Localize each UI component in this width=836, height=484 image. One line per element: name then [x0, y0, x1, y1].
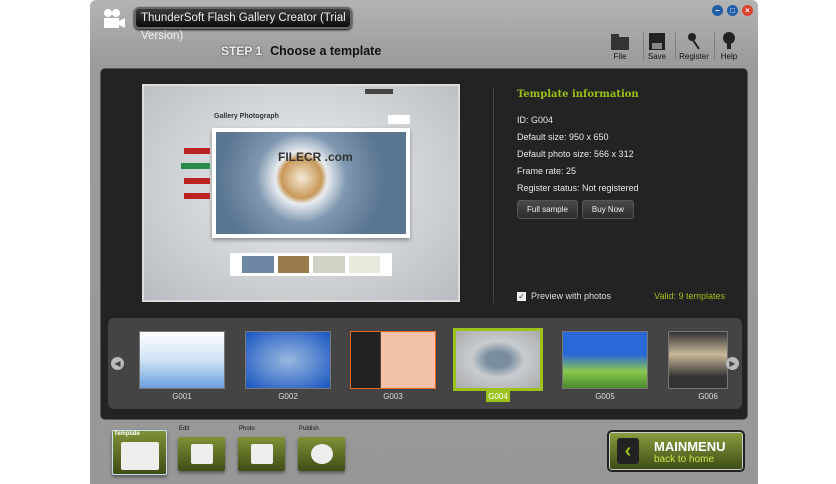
save-icon [637, 30, 677, 50]
camera-logo-icon [104, 9, 125, 28]
publish-icon [311, 444, 333, 464]
category-button[interactable] [184, 148, 210, 154]
edit-icon [191, 444, 213, 464]
checkbox-checked-icon[interactable]: ✓ [517, 291, 526, 301]
default-photo-size: Default photo size: 566 x 312 [517, 149, 634, 159]
template-thumb-g004[interactable] [453, 328, 543, 391]
template-carousel: ◀ G001 G002 G003 G004 G005 G006 ▶ [108, 318, 742, 409]
template-label: G005 [595, 392, 615, 401]
default-size: Default size: 950 x 650 [517, 132, 609, 142]
tab-label: Photo [239, 426, 255, 432]
register-button[interactable]: Register [674, 30, 714, 61]
main-photo-frame: FILECR .com [212, 128, 410, 238]
template-thumb-g005[interactable] [562, 331, 648, 389]
register-status: Register status: Not registered [517, 183, 639, 193]
back-arrow-icon: ‹ [617, 438, 639, 464]
template-panel: Gallery Photograph FILECR .com Template … [100, 68, 748, 420]
mainmenu-title: MAINMENU [654, 439, 726, 454]
selected-template-label: G004 [486, 391, 510, 402]
file-button[interactable]: File [600, 30, 640, 61]
photo-icon [251, 444, 273, 464]
checkbox-label: Preview with photos [531, 291, 612, 301]
template-label: G006 [698, 392, 718, 401]
category-button[interactable] [184, 193, 210, 199]
template-id: ID: G004 [517, 115, 554, 125]
folder-icon [600, 30, 640, 50]
buy-now-button[interactable]: Buy Now [581, 200, 634, 219]
tab-label: Template [114, 431, 140, 437]
template-thumb-g006[interactable] [668, 331, 728, 389]
template-label: G004 [455, 391, 541, 402]
tab-edit[interactable]: Edit [178, 426, 225, 471]
bulb-icon [709, 30, 749, 50]
tab-photo[interactable]: Photo [238, 426, 285, 471]
step-header: STEP 1 Choose a template [221, 44, 381, 58]
preview-thumbnail-strip [230, 253, 392, 276]
close-button[interactable]: × [742, 5, 753, 16]
full-sample-button[interactable]: Full sample [517, 200, 578, 219]
help-label: Help [720, 52, 738, 61]
template-label: G002 [278, 392, 298, 401]
minimize-button[interactable]: – [712, 5, 723, 16]
preview-buttons [388, 115, 410, 124]
save-button[interactable]: Save [637, 30, 677, 61]
window-title: ThunderSoft Flash Gallery Creator (Trial… [134, 7, 352, 42]
scroll-left-button[interactable]: ◀ [111, 357, 124, 370]
step-title: Choose a template [270, 44, 382, 58]
category-button[interactable] [181, 163, 210, 169]
tab-template[interactable]: Template [112, 430, 167, 475]
register-label: Register [679, 52, 709, 61]
app-window: ThunderSoft Flash Gallery Creator (Trial… [90, 0, 758, 484]
maximize-button[interactable]: □ [727, 5, 738, 16]
mainmenu-button[interactable]: ‹ MAINMENU back to home [607, 430, 745, 472]
help-button[interactable]: Help [709, 30, 749, 61]
template-label: G003 [383, 392, 403, 401]
preview-with-photos-checkbox[interactable]: ✓ Preview with photos [517, 291, 611, 301]
step-number: STEP 1 [221, 44, 263, 58]
scroll-right-button[interactable]: ▶ [726, 357, 739, 370]
info-heading: Template information [517, 89, 639, 100]
template-thumb-g003[interactable] [350, 331, 436, 389]
key-icon [674, 30, 714, 50]
gallery-title: Gallery Photograph [214, 113, 279, 120]
mainmenu-subtitle: back to home [654, 454, 715, 465]
tab-label: Edit [179, 426, 190, 432]
template-preview: Gallery Photograph FILECR .com [142, 84, 460, 302]
tab-label: Publish [299, 426, 319, 432]
divider [493, 87, 494, 303]
template-info: Template information ID: G004 Default si… [517, 89, 639, 219]
watermark: FILECR .com [278, 150, 353, 164]
template-label: G001 [172, 392, 192, 401]
frame-rate: Frame rate: 25 [517, 166, 577, 176]
template-thumb-g001[interactable] [139, 331, 225, 389]
preview-control-bar [365, 89, 393, 94]
category-button[interactable] [184, 178, 210, 184]
tab-publish[interactable]: Publish [298, 426, 345, 471]
template-thumb-g002[interactable] [245, 331, 331, 389]
valid-templates-count: Valid: 9 templates [654, 291, 725, 301]
file-label: File [613, 52, 627, 61]
save-label: Save [647, 52, 667, 61]
template-icon [121, 442, 159, 470]
